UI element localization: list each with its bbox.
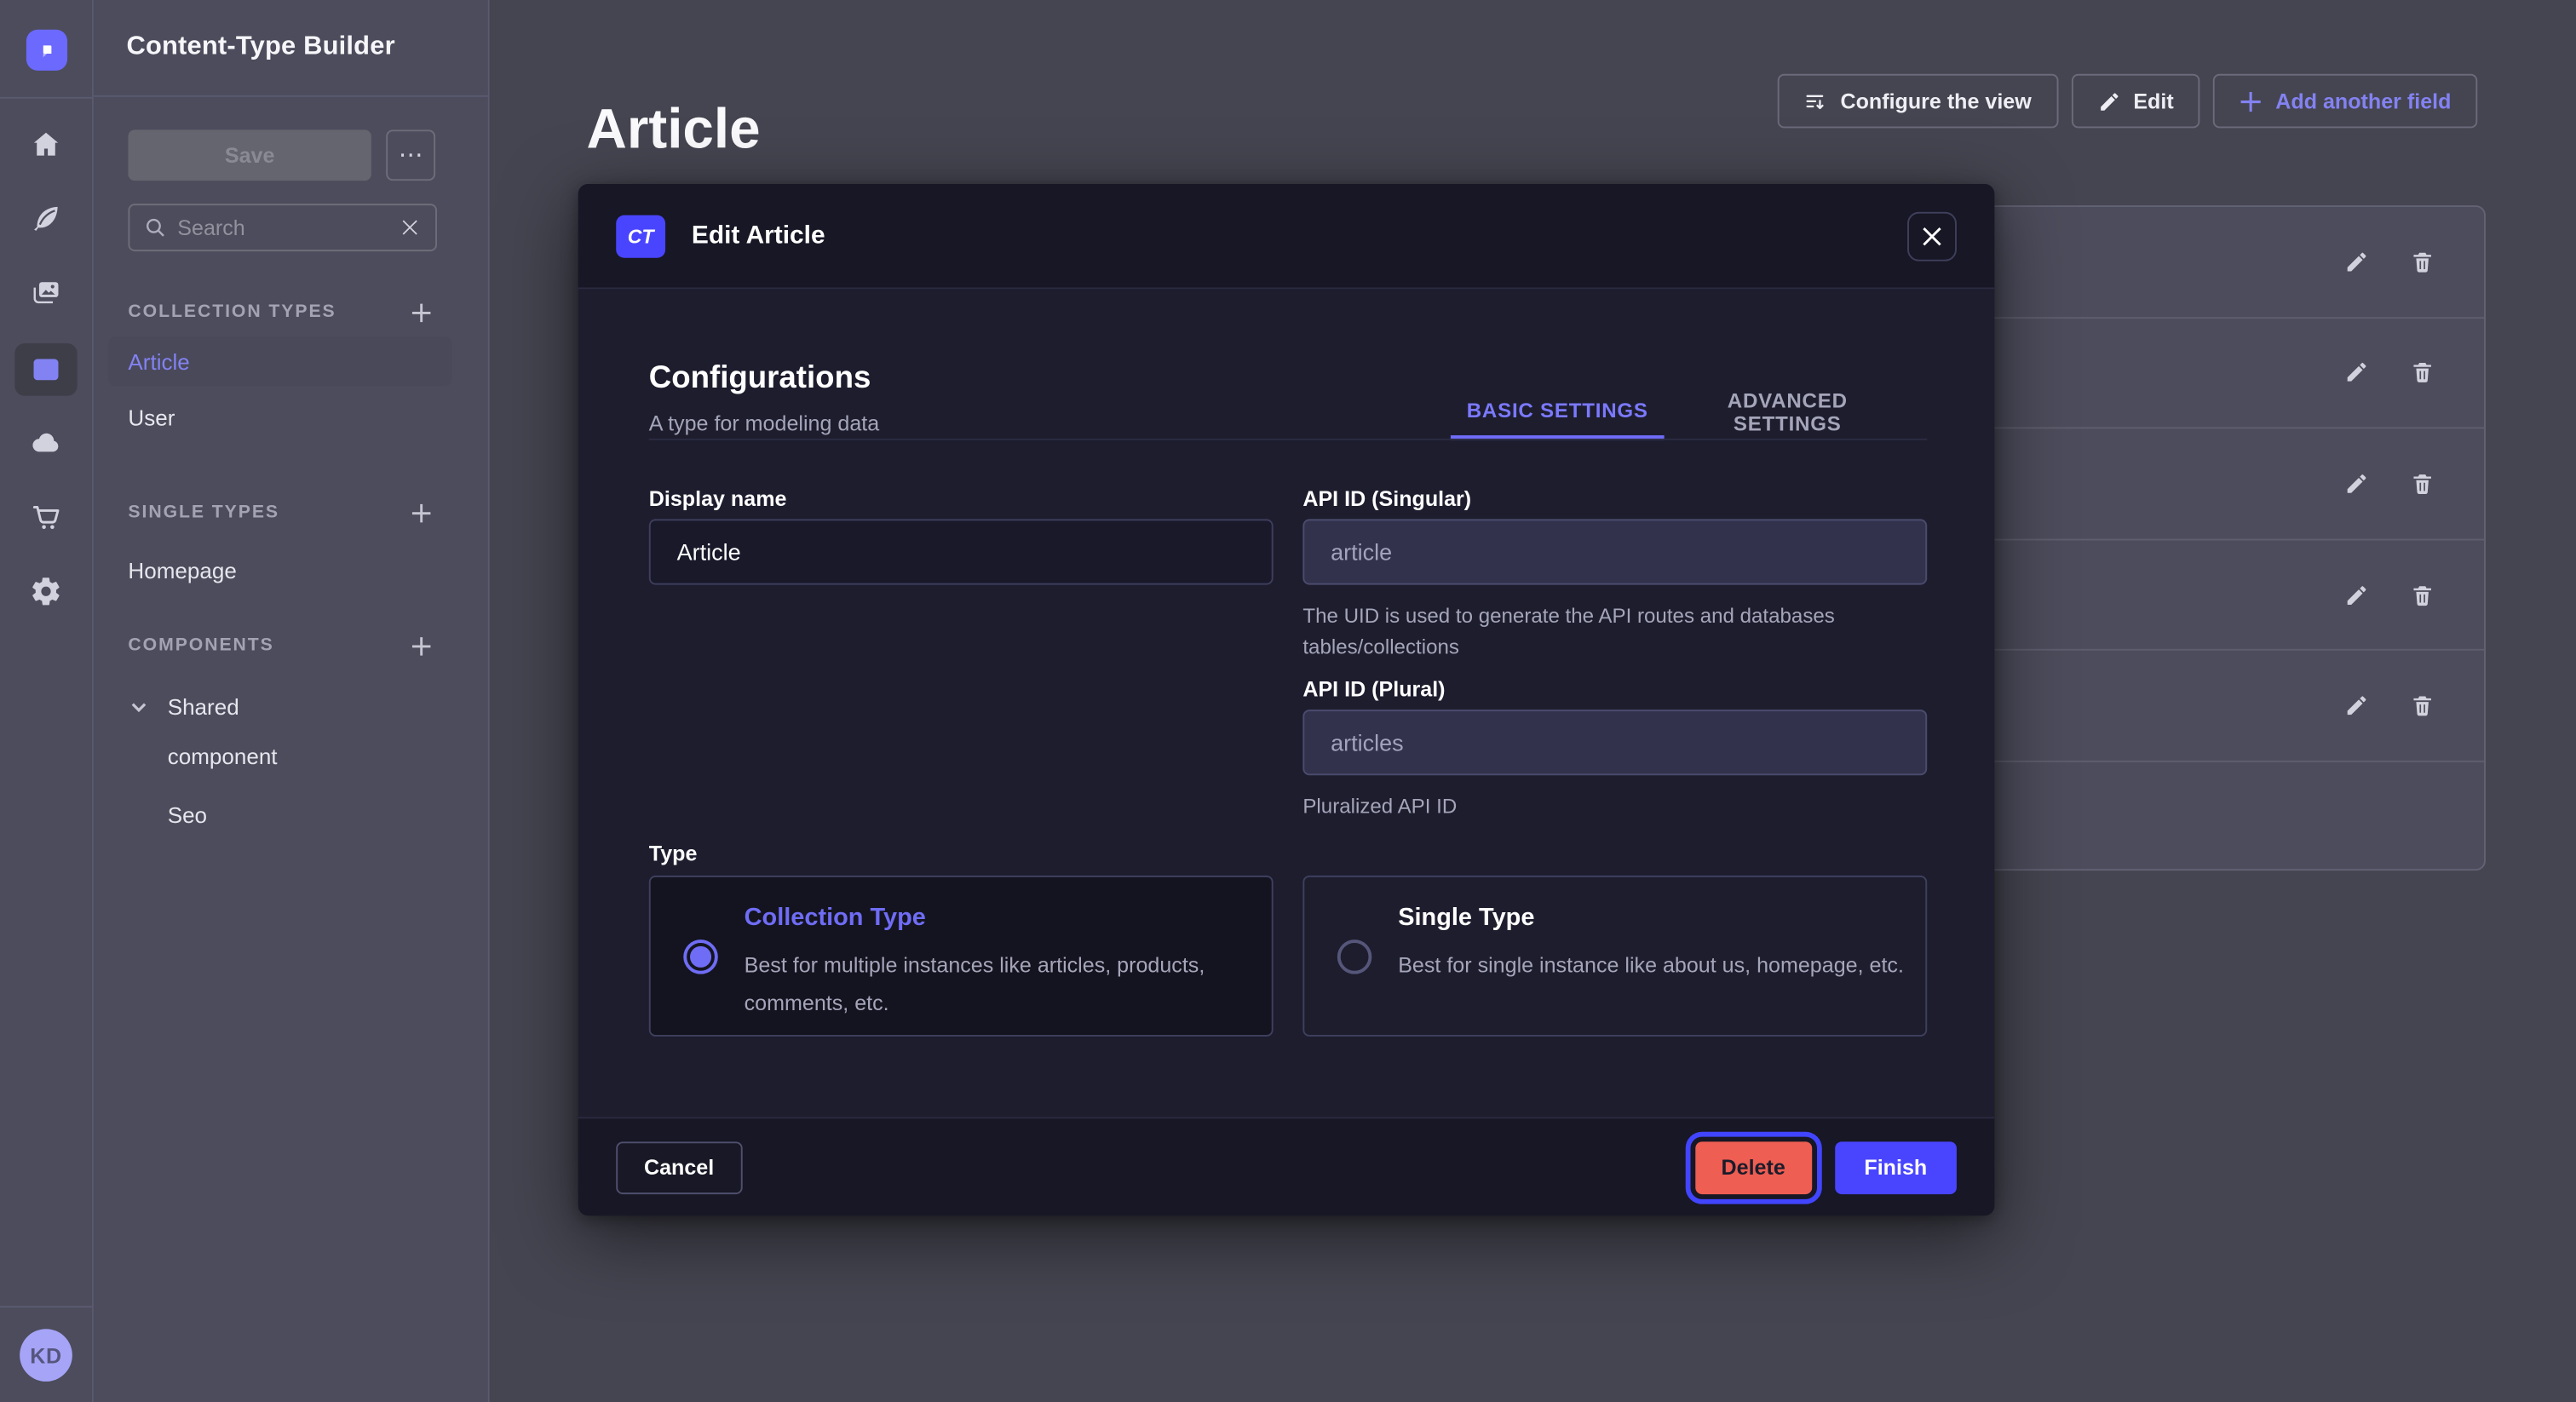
api-id-singular-hint: The UID is used to generate the API rout… [1302,601,1927,664]
display-name-input[interactable] [649,519,1274,584]
tab-advanced-settings[interactable]: ADVANCED SETTINGS [1670,384,1904,440]
radio-selected-icon[interactable] [683,939,717,974]
finish-button[interactable]: Finish [1835,1141,1957,1193]
app: KD Content-Type Builder Save ⋯ COLLECTIO… [0,0,2576,1402]
modal-header: CT Edit Article [578,184,1994,289]
radio-unselected-icon[interactable] [1337,939,1372,974]
api-id-plural-hint: Pluralized API ID [1302,792,1927,824]
content-type-badge: CT [616,215,665,257]
option-description: Best for single instance like about us, … [1398,946,1923,984]
configurations-subheading: A type for modeling data [649,411,879,435]
type-label: Type [649,841,698,865]
api-id-plural-input [1302,710,1927,775]
tabs-divider [649,439,1927,440]
edit-article-modal: CT Edit Article Configurations A type fo… [578,184,1994,1215]
option-title: Single Type [1398,904,1534,932]
option-description: Best for multiple instances like article… [745,946,1270,1022]
option-title: Collection Type [745,904,926,932]
display-name-label: Display name [649,486,787,511]
configurations-heading: Configurations [649,361,871,397]
api-id-plural-label: API ID (Plural) [1302,677,1445,702]
single-type-option[interactable]: Single Type Best for single instance lik… [1302,876,1927,1037]
modal-body: Configurations A type for modeling data … [578,289,1994,1117]
api-id-singular-input [1302,519,1927,584]
api-id-singular-label: API ID (Singular) [1302,486,1471,511]
tab-basic-settings[interactable]: BASIC SETTINGS [1451,384,1665,440]
cancel-button[interactable]: Cancel [616,1141,742,1193]
delete-button[interactable]: Delete [1695,1141,1812,1193]
collection-type-option[interactable]: Collection Type Best for multiple instan… [649,876,1274,1037]
modal-title: Edit Article [692,221,825,250]
close-icon[interactable] [1907,211,1957,261]
modal-footer: Cancel Delete Finish [578,1117,1994,1215]
